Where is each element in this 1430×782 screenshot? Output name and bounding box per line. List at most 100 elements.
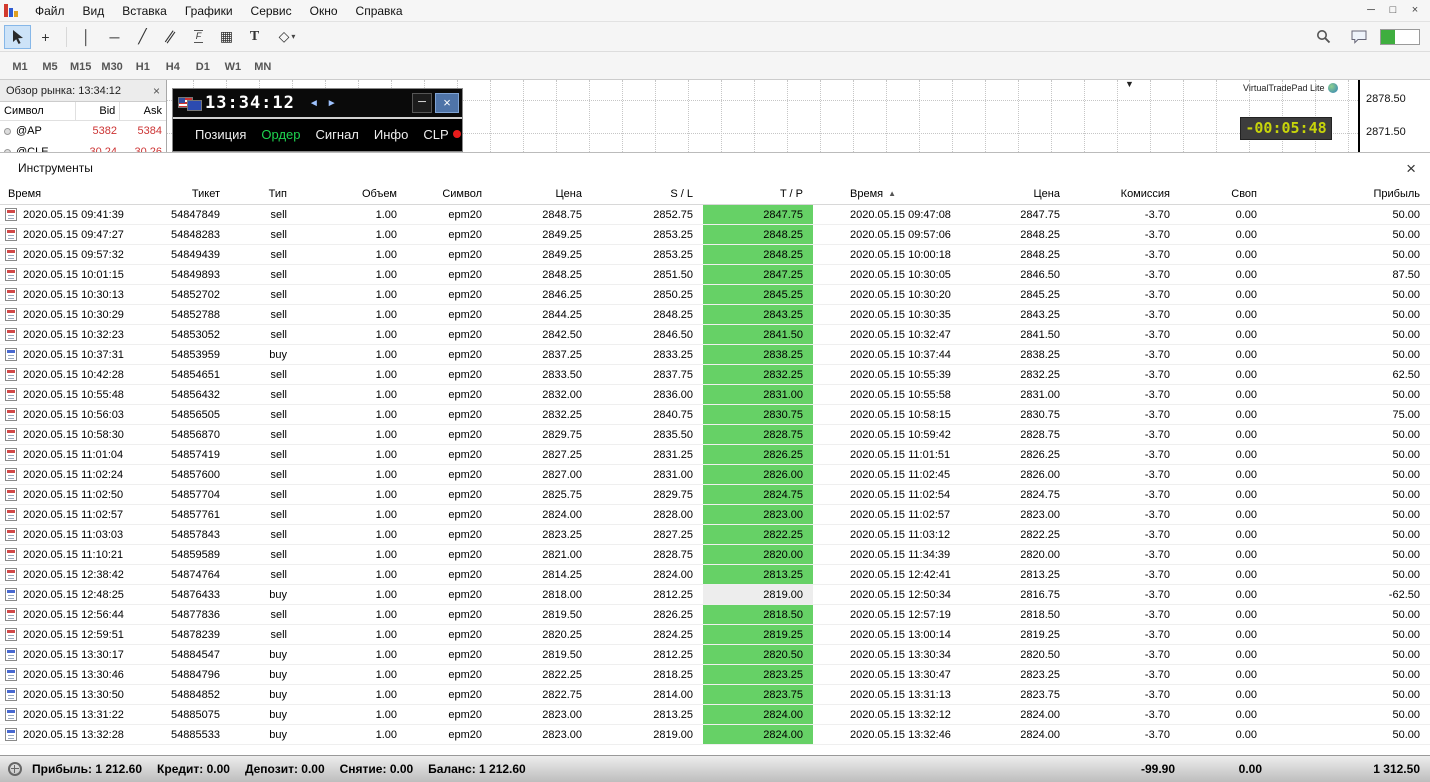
deal-row[interactable]: 2020.05.15 13:31:22 54885075 buy 1.00 ep…	[0, 705, 1430, 725]
prev-arrow-icon[interactable]: ◄	[309, 98, 319, 109]
timeframe-button-w1[interactable]: W1	[218, 55, 248, 77]
market-watch-column[interactable]: Символ	[0, 102, 76, 120]
deal-row[interactable]: 2020.05.15 12:38:42 54874764 sell 1.00 e…	[0, 565, 1430, 585]
deal-row[interactable]: 2020.05.15 11:03:03 54857843 sell 1.00 e…	[0, 525, 1430, 545]
menu-item[interactable]: Вид	[74, 0, 114, 22]
menu-item[interactable]: Окно	[301, 0, 347, 22]
deal-row[interactable]: 2020.05.15 10:42:28 54854651 sell 1.00 e…	[0, 365, 1430, 385]
cursor-tool-button[interactable]	[4, 24, 31, 49]
vtp-tab-clp[interactable]: CLP	[423, 127, 461, 142]
deal-row[interactable]: 2020.05.15 10:32:23 54853052 sell 1.00 e…	[0, 325, 1430, 345]
column-header[interactable]: Цена	[1000, 183, 1070, 204]
close-window-button[interactable]: ×	[1405, 2, 1425, 19]
vtp-clock-window[interactable]: 13:34:12 ◄ ► ─ × Позиция Ордер Сигнал Инфо C…	[172, 88, 463, 152]
deal-row[interactable]: 2020.05.15 10:55:48 54856432 sell 1.00 e…	[0, 385, 1430, 405]
deal-profit: 50.00	[1392, 669, 1420, 681]
deal-commission: -3.70	[1144, 449, 1170, 461]
deal-row[interactable]: 2020.05.15 10:30:13 54852702 sell 1.00 e…	[0, 285, 1430, 305]
vtp-close-button[interactable]: ×	[435, 93, 459, 113]
deal-row[interactable]: 2020.05.15 13:32:28 54885533 buy 1.00 ep…	[0, 725, 1430, 745]
text-tool-button[interactable]: T	[241, 25, 268, 49]
deal-row[interactable]: 2020.05.15 11:02:57 54857761 sell 1.00 e…	[0, 505, 1430, 525]
deal-row[interactable]: 2020.05.15 10:58:30 54856870 sell 1.00 e…	[0, 425, 1430, 445]
column-header[interactable]: S / L	[592, 183, 703, 204]
grid-line	[1348, 80, 1349, 152]
timeframe-button-d1[interactable]: D1	[188, 55, 218, 77]
vtp-tab-info[interactable]: Инфо	[374, 127, 408, 142]
deal-row[interactable]: 2020.05.15 13:30:17 54884547 buy 1.00 ep…	[0, 645, 1430, 665]
vtp-title-bar[interactable]: 13:34:12 ◄ ► ─ ×	[173, 89, 462, 119]
deal-close-price: 2813.25	[1020, 569, 1060, 581]
symbol-row[interactable]: @CLE 30.24 30.26	[0, 142, 166, 152]
market-watch-close-icon[interactable]: ×	[153, 84, 160, 98]
market-watch-column[interactable]: Bid	[76, 102, 121, 120]
timeframe-button-h4[interactable]: H4	[158, 55, 188, 77]
horizontal-line-tool-button[interactable]: ─	[101, 25, 128, 49]
deal-row[interactable]: 2020.05.15 11:10:21 54859589 sell 1.00 e…	[0, 545, 1430, 565]
column-header[interactable]: Тикет	[165, 183, 230, 204]
vtp-tab-order[interactable]: Ордер	[261, 127, 300, 142]
deal-swap: 0.00	[1235, 449, 1257, 461]
trendline-tool-button[interactable]: ╱	[129, 25, 156, 49]
menu-item[interactable]: Файл	[26, 0, 74, 22]
deal-row[interactable]: 2020.05.15 11:02:24 54857600 sell 1.00 e…	[0, 465, 1430, 485]
timeframe-button-m30[interactable]: M30	[96, 55, 127, 77]
deal-row[interactable]: 2020.05.15 10:56:03 54856505 sell 1.00 e…	[0, 405, 1430, 425]
deal-row[interactable]: 2020.05.15 12:59:51 54878239 sell 1.00 e…	[0, 625, 1430, 645]
minimize-window-button[interactable]: ─	[1361, 2, 1381, 19]
column-header[interactable]: Тип	[230, 183, 297, 204]
toolbox-close-icon[interactable]: ×	[1406, 160, 1416, 177]
deal-row[interactable]: 2020.05.15 10:30:29 54852788 sell 1.00 e…	[0, 305, 1430, 325]
deal-open-price: 2844.25	[542, 309, 582, 321]
deal-row[interactable]: 2020.05.15 12:56:44 54877836 sell 1.00 e…	[0, 605, 1430, 625]
deal-row[interactable]: 2020.05.15 11:02:50 54857704 sell 1.00 e…	[0, 485, 1430, 505]
timeframe-button-m15[interactable]: M15	[65, 55, 96, 77]
chat-tool-button[interactable]	[1345, 25, 1372, 49]
deal-row[interactable]: 2020.05.15 09:41:39 54847849 sell 1.00 e…	[0, 205, 1430, 225]
vtp-tab-position[interactable]: Позиция	[195, 127, 246, 142]
deal-sl: 2824.25	[653, 629, 693, 641]
column-header[interactable]: Объем	[297, 183, 407, 204]
deal-row[interactable]: 2020.05.15 11:01:04 54857419 sell 1.00 e…	[0, 445, 1430, 465]
column-header[interactable]: Символ	[407, 183, 492, 204]
deal-row[interactable]: 2020.05.15 10:01:15 54849893 sell 1.00 e…	[0, 265, 1430, 285]
timeframe-button-h1[interactable]: H1	[128, 55, 158, 77]
column-header[interactable]: Комиссия	[1070, 183, 1180, 204]
zoom-tool-button[interactable]	[1310, 25, 1337, 49]
menu-item[interactable]: Вставка	[113, 0, 176, 22]
timeframe-button-mn[interactable]: MN	[248, 55, 278, 77]
grid-tool-button[interactable]: ▦	[213, 25, 240, 49]
column-header[interactable]: Своп	[1180, 183, 1267, 204]
deal-row[interactable]: 2020.05.15 10:37:31 54853959 buy 1.00 ep…	[0, 345, 1430, 365]
deal-type: buy	[269, 709, 287, 721]
deal-swap: 0.00	[1235, 229, 1257, 241]
symbol-row[interactable]: @AP 5382 5384	[0, 121, 166, 142]
deal-profit: 50.00	[1392, 569, 1420, 581]
column-header[interactable]: Прибыль	[1267, 183, 1430, 204]
menu-item[interactable]: Графики	[176, 0, 242, 22]
deal-row[interactable]: 2020.05.15 13:30:46 54884796 buy 1.00 ep…	[0, 665, 1430, 685]
column-header[interactable]: Время	[0, 183, 165, 204]
deal-row[interactable]: 2020.05.15 09:57:32 54849439 sell 1.00 e…	[0, 245, 1430, 265]
deal-row[interactable]: 2020.05.15 09:47:27 54848283 sell 1.00 e…	[0, 225, 1430, 245]
vtp-minimize-button[interactable]: ─	[412, 93, 432, 113]
timeframe-button-m5[interactable]: M5	[35, 55, 65, 77]
deal-row[interactable]: 2020.05.15 12:48:25 54876433 buy 1.00 ep…	[0, 585, 1430, 605]
column-header[interactable]: T / P	[703, 183, 813, 204]
menu-item[interactable]: Справка	[347, 0, 412, 22]
restore-window-button[interactable]: □	[1383, 2, 1403, 19]
column-header[interactable]: Время ▲	[813, 183, 1000, 204]
deal-swap: 0.00	[1235, 589, 1257, 601]
market-watch-column[interactable]: Ask	[120, 102, 166, 120]
next-arrow-icon[interactable]: ►	[327, 98, 337, 109]
fibonacci-tool-button[interactable]: F	[185, 25, 212, 49]
column-header[interactable]: Цена	[492, 183, 592, 204]
vtp-tab-signal[interactable]: Сигнал	[316, 127, 359, 142]
deal-row[interactable]: 2020.05.15 13:30:50 54884852 buy 1.00 ep…	[0, 685, 1430, 705]
shapes-tool-button[interactable]: ◇ ▾	[269, 25, 305, 49]
channel-tool-button[interactable]: ∥	[157, 25, 184, 49]
menu-item[interactable]: Сервис	[242, 0, 301, 22]
crosshair-tool-button[interactable]: +	[32, 25, 59, 49]
timeframe-button-m1[interactable]: M1	[5, 55, 35, 77]
vertical-line-tool-button[interactable]: │	[73, 25, 100, 49]
